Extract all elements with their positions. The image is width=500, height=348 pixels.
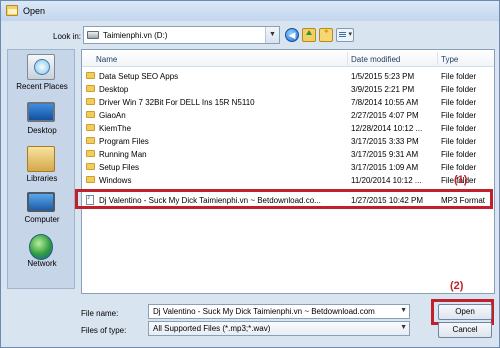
desktop-icon: [27, 102, 55, 122]
drive-icon: [87, 31, 99, 39]
file-row[interactable]: Data Setup SEO Apps 1/5/2015 5:23 PM Fil…: [82, 70, 494, 82]
computer-icon: [27, 192, 55, 212]
file-type-value: All Supported Files (*.mp3;*.wav): [153, 324, 271, 333]
column-header-date[interactable]: Date modified: [351, 55, 400, 64]
file-name: Windows: [99, 176, 132, 185]
file-row[interactable]: KiemThe 12/28/2014 10:12 ... File folder: [82, 122, 494, 134]
up-folder-icon[interactable]: [302, 28, 316, 42]
window-title: Open: [23, 6, 46, 16]
place-network[interactable]: Network: [8, 234, 76, 274]
place-label: Libraries: [26, 174, 58, 183]
file-list[interactable]: Name Date modified Type Data Setup SEO A…: [81, 49, 495, 294]
chevron-down-icon[interactable]: ▼: [265, 27, 279, 43]
file-date: 2/27/2015 4:07 PM: [351, 111, 419, 120]
column-header-type[interactable]: Type: [441, 55, 458, 64]
app-folder-icon: [6, 5, 18, 16]
file-row[interactable]: Windows 11/20/2014 10:12 ... File folder: [82, 174, 494, 186]
file-type: File folder: [441, 85, 477, 94]
folder-icon: [86, 176, 95, 183]
chevron-down-icon[interactable]: ▼: [400, 307, 407, 314]
file-name: Setup Files: [99, 163, 140, 172]
file-date: 3/17/2015 3:33 PM: [351, 137, 419, 146]
file-type: File folder: [441, 72, 477, 81]
open-button[interactable]: Open: [438, 304, 492, 320]
folder-icon: [86, 85, 95, 92]
file-row[interactable]: Setup Files 3/17/2015 1:09 AM File folde…: [82, 161, 494, 173]
open-dialog: Open Look in: Taimienphi.vn (D:) ▼ ◀ Rec…: [0, 0, 500, 348]
back-arrow-icon[interactable]: ◀: [285, 28, 299, 42]
place-label: Network: [27, 259, 57, 268]
folder-icon: [86, 137, 95, 144]
file-name: Program Files: [99, 137, 149, 146]
file-row[interactable]: Driver Win 7 32Bit For DELL Ins 15R N511…: [82, 96, 494, 108]
file-name: Running Man: [99, 150, 147, 159]
place-libraries[interactable]: Libraries: [8, 144, 76, 186]
column-divider[interactable]: [347, 52, 348, 65]
file-type: File folder: [441, 124, 477, 133]
folder-icon: [86, 150, 95, 157]
file-type: File folder: [441, 98, 477, 107]
places-bar: Recent Places Desktop Libraries Computer…: [7, 49, 75, 289]
file-date: 3/17/2015 1:09 AM: [351, 163, 419, 172]
file-name: Driver Win 7 32Bit For DELL Ins 15R N511…: [99, 98, 255, 107]
column-divider[interactable]: [437, 52, 438, 65]
file-row[interactable]: Running Man 3/17/2015 9:31 AM File folde…: [82, 148, 494, 160]
place-desktop[interactable]: Desktop: [8, 100, 76, 140]
file-type: File folder: [441, 163, 477, 172]
annotation-step-1: (1): [454, 174, 468, 186]
file-name: Data Setup SEO Apps: [99, 72, 179, 81]
place-computer[interactable]: Computer: [8, 190, 76, 230]
file-row[interactable]: Program Files 3/17/2015 3:33 PM File fol…: [82, 135, 494, 147]
libraries-icon: [27, 146, 55, 172]
new-folder-icon[interactable]: [319, 27, 333, 42]
folder-icon: [86, 72, 95, 79]
network-icon: [29, 234, 53, 260]
file-date: 3/17/2015 9:31 AM: [351, 150, 419, 159]
file-date: 1/5/2015 5:23 PM: [351, 72, 415, 81]
file-type-label: Files of type:: [81, 326, 127, 335]
file-date: 3/9/2015 2:21 PM: [351, 85, 415, 94]
file-row[interactable]: GiaoAn 2/27/2015 4:07 PM File folder: [82, 109, 494, 121]
view-menu-icon[interactable]: [336, 28, 354, 42]
file-date: 11/20/2014 10:12 ...: [351, 176, 422, 185]
place-label: Computer: [24, 215, 60, 224]
annotation-step-2: (2): [450, 280, 464, 292]
folder-icon: [86, 111, 95, 118]
column-headers: Name Date modified Type: [82, 50, 494, 67]
file-name-input[interactable]: Dj Valentino - Suck My Dick Taimienphi.v…: [148, 304, 410, 319]
folder-icon: [86, 163, 95, 170]
file-name-value: Dj Valentino - Suck My Dick Taimienphi.v…: [153, 307, 375, 316]
file-type: File folder: [441, 111, 477, 120]
place-label: Desktop: [27, 126, 57, 135]
look-in-combo[interactable]: Taimienphi.vn (D:) ▼: [83, 26, 280, 44]
file-type: File folder: [441, 137, 477, 146]
file-name: Desktop: [99, 85, 129, 94]
file-date: 12/28/2014 10:12 ...: [351, 124, 423, 133]
recent-places-icon: [27, 54, 55, 80]
file-type-select[interactable]: All Supported Files (*.mp3;*.wav) ▼: [148, 321, 410, 336]
selected-file-highlight: [75, 189, 493, 209]
look-in-value: Taimienphi.vn (D:): [103, 31, 168, 40]
place-label: Recent Places: [16, 82, 68, 91]
place-recent-places[interactable]: Recent Places: [8, 54, 76, 98]
file-name: KiemThe: [99, 124, 132, 133]
chevron-down-icon[interactable]: ▼: [400, 324, 407, 331]
folder-icon: [86, 98, 95, 105]
file-name-label: File name:: [81, 309, 119, 318]
cancel-button[interactable]: Cancel: [438, 322, 492, 338]
folder-icon: [86, 124, 95, 131]
file-name: GiaoAn: [99, 111, 126, 120]
file-type: File folder: [441, 150, 477, 159]
title-bar: Open: [1, 1, 499, 21]
file-date: 7/8/2014 10:55 AM: [351, 98, 419, 107]
file-row[interactable]: Desktop 3/9/2015 2:21 PM File folder: [82, 83, 494, 95]
column-header-name[interactable]: Name: [96, 55, 117, 64]
look-in-label: Look in:: [53, 32, 82, 41]
